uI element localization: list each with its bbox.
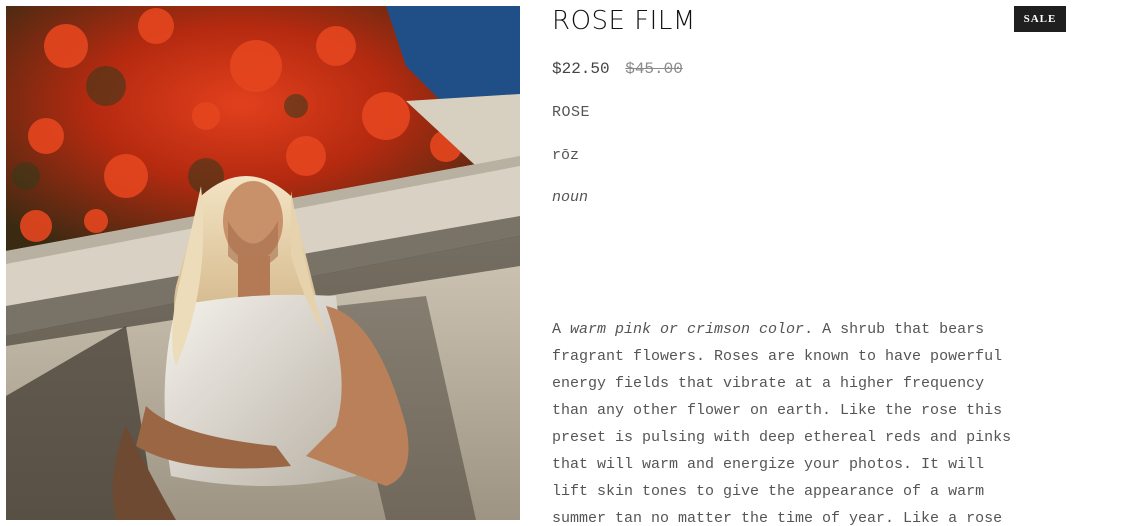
description-line: summer tan no matter the time of year. L… — [552, 510, 1003, 526]
description-line: fragrant flowers. Roses are known to hav… — [552, 348, 1003, 365]
description-emphasis: warm pink or crimson color — [570, 321, 805, 338]
description-line: lift skin tones to give the appearance o… — [552, 483, 985, 500]
description-line: preset is pulsing with deep ethereal red… — [552, 429, 1012, 446]
price-row: $22.50 $45.00 — [552, 60, 683, 78]
description-line: than any other flower on earth. Like the… — [552, 402, 1003, 419]
product-image-illustration — [6, 6, 520, 520]
product-description: A warm pink or crimson color. A shrub th… — [552, 316, 1072, 526]
sale-price: $22.50 — [552, 60, 610, 78]
sale-badge: SALE — [1014, 6, 1066, 32]
definition-word: ROSE — [552, 104, 591, 121]
description-text: A — [552, 321, 571, 338]
definition-part-of-speech: noun — [552, 189, 589, 206]
definition-pronunciation: rōz — [552, 147, 580, 164]
description-text: . A shrub that bears — [804, 321, 985, 338]
product-title: ROSE FILM — [552, 6, 696, 36]
description-line: energy fields that vibrate at a higher f… — [552, 375, 985, 392]
original-price: $45.00 — [625, 60, 683, 78]
product-image[interactable] — [6, 6, 520, 520]
product-page: ROSE FILM SALE $22.50 $45.00 ROSE rōz no… — [0, 0, 1138, 526]
description-line: A warm pink or crimson color. A shrub th… — [552, 316, 1072, 343]
description-line: that will warm and energize your photos.… — [552, 456, 985, 473]
